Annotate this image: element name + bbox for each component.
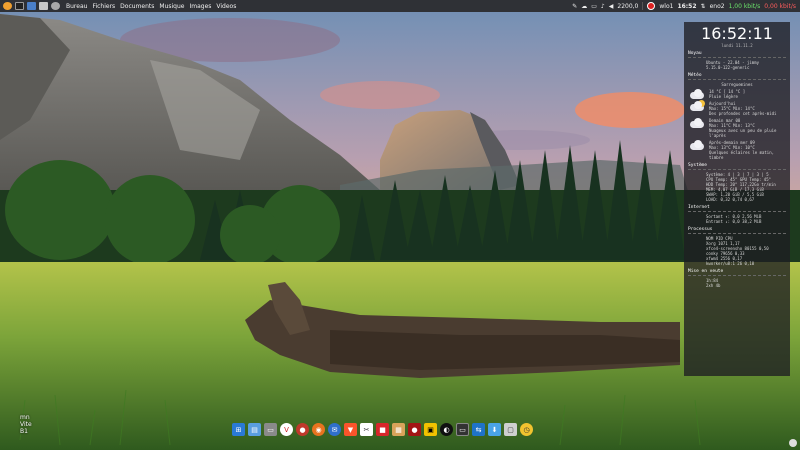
- thunderbird-icon[interactable]: ✉: [328, 423, 341, 436]
- bottom-dock: ⊞ ▤ ▭ V ● ◉ ✉ ▼ ✂ ■ ▦ ● ▣ ◐ ▭ ⇆ ⬇ ▢ ◷: [232, 421, 533, 438]
- bell-icon[interactable]: ♪: [601, 3, 605, 10]
- files-icon[interactable]: ▤: [248, 423, 261, 436]
- brave-icon[interactable]: ▼: [344, 423, 357, 436]
- divider: [688, 57, 786, 58]
- divider: [688, 211, 786, 212]
- windows-icon[interactable]: ⊞: [232, 423, 245, 436]
- clock-icon[interactable]: ◷: [520, 423, 533, 436]
- menu-bureau[interactable]: Bureau: [66, 3, 87, 10]
- screenshot-icon[interactable]: ✂: [360, 423, 373, 436]
- section-system: Système: [688, 163, 707, 168]
- forecast-desc: Des profondes cet après-midi: [709, 111, 777, 116]
- kernel-line-2: 5.15.0-122-generic: [706, 65, 750, 70]
- network-icon[interactable]: ⇆: [472, 423, 485, 436]
- home-folder-icon[interactable]: [39, 2, 48, 10]
- notes-icon[interactable]: ✎: [572, 3, 577, 10]
- divider: [688, 275, 786, 276]
- folder-icon[interactable]: ▭: [264, 423, 277, 436]
- forecast-day-after: Après-demain mer 09 Max: 13°C Min: 10°C …: [688, 140, 786, 160]
- volume-icon[interactable]: ◀: [609, 3, 614, 10]
- app-dark-icon[interactable]: ◐: [440, 423, 453, 436]
- terminal-icon[interactable]: [15, 2, 24, 10]
- system-tray: ✎ ☁ ▭ ♪ ◀ 2200,0 wlo1 16:52 ⇅ eno2 1,00 …: [572, 0, 800, 12]
- desktop-label-line: Vite: [20, 421, 32, 428]
- section-weather: Météo: [688, 73, 702, 78]
- screen-icon[interactable]: [27, 2, 36, 10]
- conky-date: lundi 11.11.2: [721, 43, 753, 48]
- divider: [688, 233, 786, 234]
- places-menu: Bureau Fichiers Documents Musique Images…: [66, 3, 236, 10]
- desktop-label-line: mn: [20, 414, 30, 421]
- desktop-label: mn Vite B1: [20, 414, 32, 435]
- desktop-wallpaper: [0, 0, 800, 450]
- battery-icon[interactable]: ▭: [591, 3, 597, 10]
- section-internet: Internet: [688, 205, 710, 210]
- show-desktop-icon[interactable]: [789, 439, 797, 447]
- chat-icon[interactable]: ☁: [581, 3, 587, 10]
- panel-clock[interactable]: 16:52: [677, 3, 696, 10]
- cpu-freq[interactable]: 2200,0: [617, 3, 638, 10]
- section-updates: Mise en veute: [688, 269, 724, 274]
- app-red-icon[interactable]: ●: [296, 423, 309, 436]
- app-yellow-icon[interactable]: ▣: [424, 423, 437, 436]
- section-processes: Processus: [688, 227, 713, 232]
- partly-sunny-icon: [688, 100, 706, 111]
- menu-documents[interactable]: Documents: [120, 3, 154, 10]
- section-kernel: Noyau: [688, 51, 702, 56]
- forecast-desc: Nuageux avec un peu de pluie l'après: [709, 128, 777, 138]
- menu-fichiers[interactable]: Fichiers: [92, 3, 115, 10]
- system-line: LOAD: 0,32 0,74 0,67: [706, 197, 755, 202]
- top-panel: Bureau Fichiers Documents Musique Images…: [0, 0, 800, 12]
- download-icon[interactable]: ⬇: [488, 423, 501, 436]
- weather-location: Sarreguemines: [721, 82, 753, 87]
- forecast-tomorrow: Demain mar 08 Max: 11°C Min: 13°C Nuageu…: [688, 118, 786, 138]
- forecast-desc: Quelques éclaires le matin, timbre: [709, 150, 775, 160]
- app-red2-icon[interactable]: ■: [376, 423, 389, 436]
- net-interface[interactable]: eno2: [710, 3, 725, 10]
- divider: [688, 169, 786, 170]
- panel-launchers: [0, 2, 60, 10]
- menu-videos[interactable]: Videos: [216, 3, 236, 10]
- record-icon[interactable]: [647, 2, 656, 10]
- update-line: 2xh 4b: [706, 283, 721, 288]
- desktop-label-line: B1: [20, 428, 28, 435]
- app-gray-icon[interactable]: ▢: [504, 423, 517, 436]
- conky-clock: 16:52:11: [701, 24, 773, 43]
- process-line: kworker/u8:1 26 0,10: [706, 261, 755, 266]
- user-label[interactable]: wlo1: [659, 3, 673, 10]
- vivaldi-icon[interactable]: V: [280, 423, 293, 436]
- rain-cloud-icon: [688, 89, 706, 99]
- app-red3-icon[interactable]: ●: [408, 423, 421, 436]
- net-upload-speed: 1,00 kbit/s: [728, 2, 761, 10]
- firefox-icon[interactable]: ◉: [312, 423, 325, 436]
- internet-line: Entrant ↓: 0,0 38,2 MiB: [706, 219, 762, 224]
- network-icon[interactable]: ⇅: [701, 3, 706, 10]
- whisker-menu-icon[interactable]: [3, 2, 12, 10]
- conky-widget: 16:52:11 lundi 11.11.2 Noyau Ubuntu - 22…: [684, 22, 790, 376]
- menu-images[interactable]: Images: [189, 3, 211, 10]
- cloud-icon: [688, 140, 706, 150]
- settings-icon[interactable]: [51, 2, 60, 10]
- cloud-icon: [688, 118, 706, 128]
- weather-current: 14 °C [ 14 °C ] Pluie légère: [688, 89, 786, 99]
- terminal-icon[interactable]: ▭: [456, 423, 469, 436]
- net-download-speed: 0,00 kbit/s: [764, 2, 796, 10]
- image-viewer-icon[interactable]: ▦: [392, 423, 405, 436]
- tray-separator: [642, 2, 644, 10]
- forecast-today: Aujourd'hui Max: 15°C Min: 14°C Des prof…: [688, 100, 786, 116]
- weather-current-desc: Pluie légère: [709, 94, 738, 99]
- divider: [688, 79, 786, 80]
- menu-musique[interactable]: Musique: [159, 3, 184, 10]
